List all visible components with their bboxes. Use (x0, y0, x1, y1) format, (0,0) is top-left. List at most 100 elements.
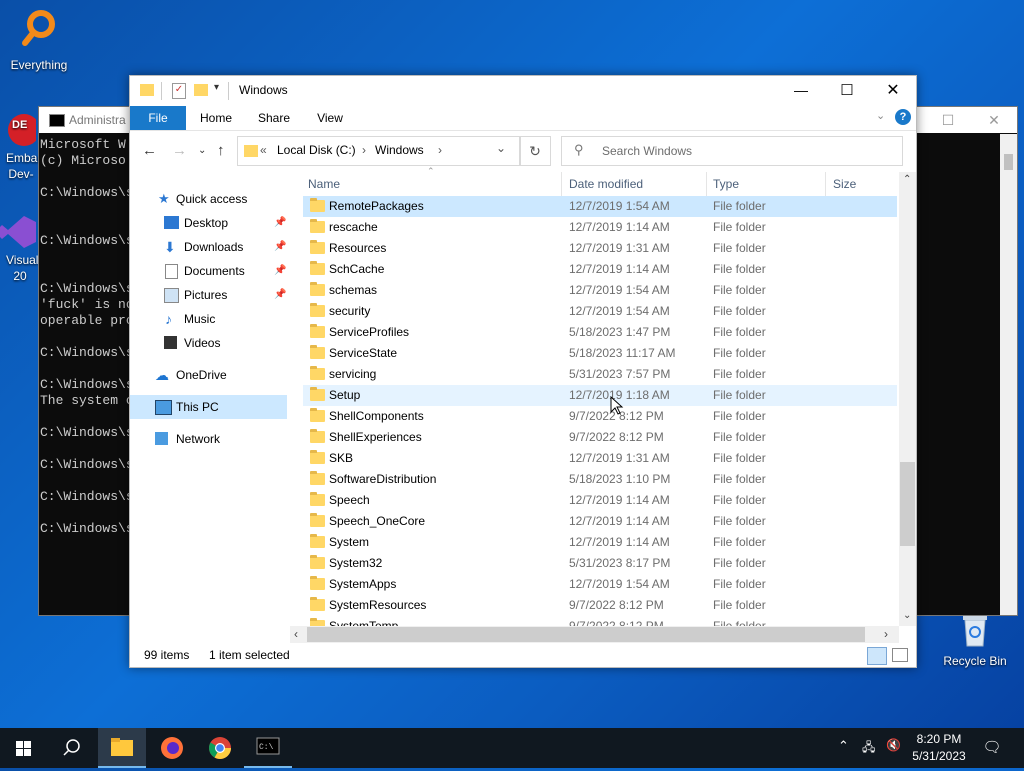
scroll-right-icon[interactable]: › (884, 627, 888, 641)
search-input[interactable]: ⚲ Search Windows (561, 136, 903, 166)
nav-downloads[interactable]: ⬇ Downloads 📌 (130, 235, 286, 259)
file-row[interactable]: ShellComponents 9/7/2022 8:12 PM File fold… (303, 406, 897, 427)
nav-pictures[interactable]: Pictures 📌 (130, 283, 286, 307)
file-row[interactable]: security 12/7/2019 1:54 AM File folder (303, 301, 897, 322)
scroll-left-icon[interactable]: ‹ (294, 627, 298, 641)
file-row[interactable]: SoftwareDistribution 5/18/2023 1:10 PM Fil… (303, 469, 897, 490)
file-row[interactable]: ShellExperiences 9/7/2022 8:12 PM File fol… (303, 427, 897, 448)
scroll-up-icon[interactable]: ⌃ (903, 174, 911, 185)
start-button[interactable] (0, 728, 48, 768)
file-row[interactable]: ServiceProfiles 5/18/2023 1:47 PM File fol… (303, 322, 897, 343)
file-row[interactable]: ServiceState 5/18/2023 11:17 AM File folde… (303, 343, 897, 364)
column-header-name[interactable]: Name (308, 172, 340, 196)
breadcrumb-local-disk[interactable]: Local Disk (C:) (277, 143, 356, 157)
folder-icon (310, 597, 325, 611)
file-row[interactable]: rescache 12/7/2019 1:14 AM File folder (303, 217, 897, 238)
up-arrow-icon[interactable]: ↑ (217, 142, 225, 159)
scroll-thumb[interactable] (307, 627, 865, 642)
nav-music[interactable]: ♪ Music (130, 307, 286, 331)
search-button[interactable] (48, 728, 96, 768)
file-row[interactable]: SystemApps 12/7/2019 1:54 AM File folder (303, 574, 897, 595)
explorer-titlebar[interactable]: ✓ ▾ Windows — ☐ ✕ (130, 76, 916, 106)
address-prefix[interactable]: « (260, 143, 267, 157)
customize-quick-access-icon[interactable]: ▾ (214, 82, 219, 93)
horizontal-scrollbar[interactable]: ‹ › (290, 626, 899, 643)
nav-documents[interactable]: Documents 📌 (130, 259, 286, 283)
nav-this-pc[interactable]: This PC (130, 395, 287, 419)
column-header-size[interactable]: Size (833, 172, 856, 196)
breadcrumb-chevron-icon[interactable]: › (438, 143, 442, 157)
network-icon[interactable]: 🖧 (862, 738, 875, 759)
folder-icon (310, 450, 325, 464)
maximize-icon[interactable]: ☐ (824, 76, 870, 106)
recent-locations-icon[interactable]: ⌄ (198, 145, 206, 156)
expand-ribbon-icon[interactable]: ⌄ (876, 109, 885, 122)
file-row[interactable]: schemas 12/7/2019 1:54 AM File folder (303, 280, 897, 301)
nav-network[interactable]: Network (130, 427, 286, 451)
maximize-icon[interactable]: ☐ (925, 107, 971, 133)
file-row[interactable]: Speech 12/7/2019 1:14 AM File folder (303, 490, 897, 511)
file-explorer-window[interactable]: ✓ ▾ Windows — ☐ ✕ File Home Share View ⌄… (129, 75, 917, 668)
volume-muted-icon[interactable]: 🔇 (886, 738, 901, 752)
file-row[interactable]: Resources 12/7/2019 1:31 AM File folder (303, 238, 897, 259)
address-bar[interactable]: « Local Disk (C:) › Windows › ⌄ (237, 136, 521, 166)
taskbar-command-prompt[interactable]: C:\ (244, 728, 292, 768)
desktop-icon-label: Recycle Bin (943, 654, 1007, 668)
minimize-icon[interactable]: — (778, 76, 824, 106)
file-name: System32 (329, 556, 383, 570)
file-row[interactable]: System 12/7/2019 1:14 AM File folder (303, 532, 897, 553)
file-row[interactable]: SchCache 12/7/2019 1:14 AM File folder (303, 259, 897, 280)
folder-icon (310, 303, 325, 317)
tab-view[interactable]: View (308, 106, 352, 130)
scroll-thumb[interactable] (1004, 154, 1013, 170)
properties-icon[interactable]: ✓ (172, 83, 186, 99)
tab-share[interactable]: Share (252, 106, 296, 130)
address-dropdown-icon[interactable]: ⌄ (496, 141, 506, 155)
file-row[interactable]: RemotePackages 12/7/2019 1:54 AM File fold… (303, 196, 897, 217)
scroll-thumb[interactable] (900, 462, 915, 546)
desktop-icon-everything[interactable]: Everything (1, 8, 77, 72)
nav-videos[interactable]: Videos (130, 331, 286, 355)
desktop-icon-label: Everything (10, 58, 68, 72)
cmd-scrollbar[interactable] (1000, 134, 1017, 615)
new-folder-icon[interactable] (194, 84, 208, 96)
tab-file[interactable]: File (130, 106, 186, 130)
nav-quick-access[interactable]: ★ Quick access (130, 187, 286, 211)
close-icon[interactable]: ✕ (971, 107, 1017, 133)
show-hidden-icons-icon[interactable]: ⌃ (838, 738, 849, 754)
close-icon[interactable]: ✕ (870, 76, 916, 106)
column-header-type[interactable]: Type (713, 172, 739, 196)
file-type: File folder (713, 556, 766, 570)
nav-desktop[interactable]: Desktop 📌 (130, 211, 286, 235)
computer-icon (155, 400, 172, 415)
taskbar-firefox[interactable] (148, 728, 196, 768)
clock-time[interactable]: 8:20 PM (907, 732, 971, 746)
pin-icon: 📌 (274, 217, 287, 228)
refresh-icon[interactable]: ↻ (519, 136, 551, 166)
file-row[interactable]: SKB 12/7/2019 1:31 AM File folder (303, 448, 897, 469)
file-row[interactable]: Setup 12/7/2019 1:18 AM File folder (303, 385, 897, 406)
help-icon[interactable]: ? (895, 109, 911, 125)
clock-date[interactable]: 5/31/2023 (907, 749, 971, 763)
back-arrow-icon[interactable]: ← (142, 142, 157, 159)
taskbar-chrome[interactable] (196, 728, 244, 768)
column-header-date-modified[interactable]: Date modified (569, 172, 643, 196)
tab-home[interactable]: Home (192, 106, 240, 130)
taskbar-file-explorer[interactable] (98, 728, 146, 768)
file-row[interactable]: SystemResources 9/7/2022 8:12 PM File fold… (303, 595, 897, 616)
forward-arrow-icon[interactable]: → (172, 142, 187, 159)
breadcrumb-chevron-icon[interactable]: › (362, 143, 366, 157)
desktop-icon-recycle-bin[interactable]: Recycle Bin (937, 610, 1013, 668)
file-row[interactable]: Speech_OneCore 12/7/2019 1:14 AM File fold… (303, 511, 897, 532)
action-center-icon[interactable]: 🗨 (982, 738, 1002, 756)
file-row[interactable]: System32 5/31/2023 8:17 PM File folder (303, 553, 897, 574)
large-icons-view-icon[interactable] (892, 648, 908, 662)
nav-onedrive[interactable]: ☁ OneDrive (130, 363, 286, 387)
details-view-icon[interactable] (867, 647, 887, 665)
file-row[interactable]: servicing 5/31/2023 7:57 PM File folder (303, 364, 897, 385)
breadcrumb-windows[interactable]: Windows (375, 143, 424, 157)
folder-icon (140, 84, 154, 96)
scroll-down-icon[interactable]: ⌄ (903, 610, 911, 621)
file-row[interactable]: SystemTemp 9/7/2022 8:12 PM File folder (303, 616, 897, 626)
vertical-scrollbar[interactable]: ⌃ ⌄ (899, 172, 916, 626)
